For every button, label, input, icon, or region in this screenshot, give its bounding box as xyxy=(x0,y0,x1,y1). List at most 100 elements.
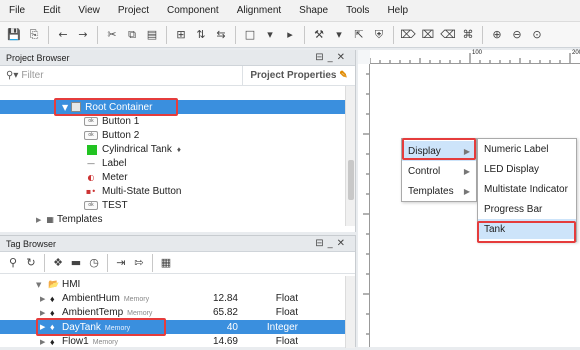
database-icon[interactable]: ▬ xyxy=(68,254,84,272)
order-icon[interactable]: ⇆ xyxy=(212,26,230,44)
tree-item-meter[interactable]: ◐ Meter xyxy=(84,171,128,184)
tag-browser-header: Tag Browser ⊟_✕ xyxy=(0,236,355,252)
zoom-fit-icon[interactable]: ⊙ xyxy=(528,26,546,44)
filter-placeholder: Filter xyxy=(21,70,44,81)
chevron-down-icon[interactable]: ▾ xyxy=(261,26,279,44)
chevron-down-icon[interactable]: ▾ xyxy=(330,26,348,44)
chevron-right-icon[interactable]: ▶ xyxy=(40,295,45,303)
label-icon: — xyxy=(87,159,95,168)
shield-icon[interactable]: ⛨ xyxy=(370,26,388,44)
menu-bar: File Edit View Project Component Alignme… xyxy=(0,0,580,22)
menu-help[interactable]: Help xyxy=(378,5,417,16)
chevron-right-icon[interactable]: ▶ xyxy=(40,338,45,346)
project-properties-button[interactable]: Project Properties ✎ xyxy=(243,70,355,81)
tree-item-cylindrical-tank[interactable]: Cylindrical Tank ♦ xyxy=(87,143,181,156)
templates-icon: ▦ xyxy=(46,215,54,224)
filter-row: ⚲▾ Filter Project Properties ✎ xyxy=(0,65,355,86)
zoom-out-icon[interactable]: ⊖ xyxy=(508,26,526,44)
menu-project[interactable]: Project xyxy=(109,5,158,16)
menu-shape[interactable]: Shape xyxy=(290,5,337,16)
toolbar-separator xyxy=(44,253,45,272)
distribute-icon[interactable]: ⌘ xyxy=(459,26,477,44)
menu-item-numeric-label[interactable]: Numeric Label xyxy=(478,139,576,159)
save-all-icon[interactable]: ⎘ xyxy=(25,26,43,44)
zoom-in-icon[interactable]: ⊕ xyxy=(488,26,506,44)
properties-icon: ✎ xyxy=(339,70,348,81)
scrollbar[interactable] xyxy=(345,276,355,348)
project-browser-header: Project Browser ⊟_✕ xyxy=(0,50,355,66)
menu-component[interactable]: Component xyxy=(158,5,228,16)
tree-item-button-2[interactable]: ok Button 2 xyxy=(84,129,139,142)
paste-icon[interactable]: ▤ xyxy=(143,26,161,44)
tag-value: 14.69 xyxy=(212,336,238,347)
tag-row[interactable]: ▶ ♦ Flow1 Memory 14.69 Float xyxy=(0,335,346,348)
add-tag-icon[interactable]: ❖ xyxy=(50,254,66,272)
tag-type: Float xyxy=(275,307,298,318)
export-icon[interactable]: ⇱ xyxy=(350,26,368,44)
menu-item-multistate-indicator[interactable]: Multistate Indicator xyxy=(478,179,576,199)
align-center-icon[interactable]: ⌧ xyxy=(419,26,437,44)
cut-icon[interactable]: ✂ xyxy=(103,26,121,44)
grid-icon[interactable]: ▦ xyxy=(158,254,174,272)
search-icon: ⚲▾ xyxy=(6,70,19,81)
chevron-right-icon: ▶ xyxy=(463,166,470,176)
tag-browser-panel: Tag Browser ⊟_✕ ⚲ ↻ ❖ ▬ ◷ ⇥ ⇰ ▦ ▼ 📂 HMI … xyxy=(0,235,356,348)
button-icon: ok xyxy=(84,117,98,126)
group-icon[interactable]: ⊞ xyxy=(172,26,190,44)
search-icon[interactable]: ⚲ xyxy=(5,254,21,272)
toolbar-separator xyxy=(107,253,108,272)
menu-file[interactable]: File xyxy=(0,5,34,16)
tag-type: Integer xyxy=(266,321,298,333)
pointer-icon[interactable]: ▸ xyxy=(281,26,299,44)
toolbar-separator xyxy=(166,25,167,44)
scrollbar-thumb[interactable] xyxy=(348,160,354,200)
tag-icon: ♦ xyxy=(50,336,55,347)
tank-icon xyxy=(87,144,97,155)
chevron-right-icon[interactable]: ▶ xyxy=(36,216,41,224)
project-browser-panel: Project Browser ⊟_✕ ⚲▾ Filter Project Pr… xyxy=(0,50,356,232)
vertical-ruler xyxy=(358,64,370,347)
toolbar-separator xyxy=(97,25,98,44)
chevron-down-icon[interactable]: ▼ xyxy=(36,281,41,289)
tag-type: Float xyxy=(275,293,298,304)
menu-view[interactable]: View xyxy=(69,5,109,16)
menu-edit[interactable]: Edit xyxy=(34,5,69,16)
align-left-icon[interactable]: ⌦ xyxy=(399,26,417,44)
tag-folder-hmi[interactable]: ▼ 📂 HMI xyxy=(0,278,346,291)
scrollbar[interactable] xyxy=(345,86,355,226)
shape-icon[interactable]: □ xyxy=(241,26,259,44)
history-icon[interactable]: ◷ xyxy=(86,254,102,272)
tree-item-label[interactable]: — Label xyxy=(84,157,126,170)
menu-item-templates[interactable]: Templates ▶ xyxy=(402,181,476,201)
meter-icon: ◐ xyxy=(87,173,95,182)
horizontal-ruler: 100 200 xyxy=(369,50,580,64)
import-icon[interactable]: ⇥ xyxy=(113,254,129,272)
tag-row[interactable]: ▶ ♦ AmbientHum Memory 12.84 Float xyxy=(0,292,346,305)
filter-input[interactable]: ⚲▾ Filter xyxy=(0,65,243,86)
panel-controls[interactable]: ⊟_✕ xyxy=(315,238,349,249)
chevron-right-icon[interactable]: ▶ xyxy=(40,309,45,317)
tree-item-templates[interactable]: ▶ ▦ Templates xyxy=(36,213,103,226)
tree-item-multi-state-button[interactable]: ▪• Multi-State Button xyxy=(84,185,182,198)
copy-icon[interactable]: ⧉ xyxy=(123,26,141,44)
menu-tools[interactable]: Tools xyxy=(337,5,378,16)
back-icon[interactable]: ← xyxy=(54,26,72,44)
export-icon[interactable]: ⇰ xyxy=(131,254,147,272)
tree-item-test[interactable]: ok TEST xyxy=(84,199,128,212)
menu-item-led-display[interactable]: LED Display xyxy=(478,159,576,179)
tag-name: Flow1 Memory xyxy=(62,336,118,347)
layer-icon[interactable]: ⇅ xyxy=(192,26,210,44)
menu-alignment[interactable]: Alignment xyxy=(228,5,290,16)
panel-controls[interactable]: ⊟_✕ xyxy=(315,52,349,63)
panel-title: Tag Browser xyxy=(6,238,57,249)
forward-icon[interactable]: → xyxy=(74,26,92,44)
save-icon[interactable]: 💾 xyxy=(5,26,23,44)
menu-item-progress-bar[interactable]: Progress Bar xyxy=(478,199,576,219)
highlight-box xyxy=(402,138,476,160)
menu-item-control[interactable]: Control ▶ xyxy=(402,161,476,181)
tree-item-button-1[interactable]: ok Button 1 xyxy=(84,115,139,128)
wrench-icon[interactable]: ⚒ xyxy=(310,26,328,44)
refresh-icon[interactable]: ↻ xyxy=(23,254,39,272)
align-right-icon[interactable]: ⌫ xyxy=(439,26,457,44)
ruler-label: 100 xyxy=(472,50,483,56)
